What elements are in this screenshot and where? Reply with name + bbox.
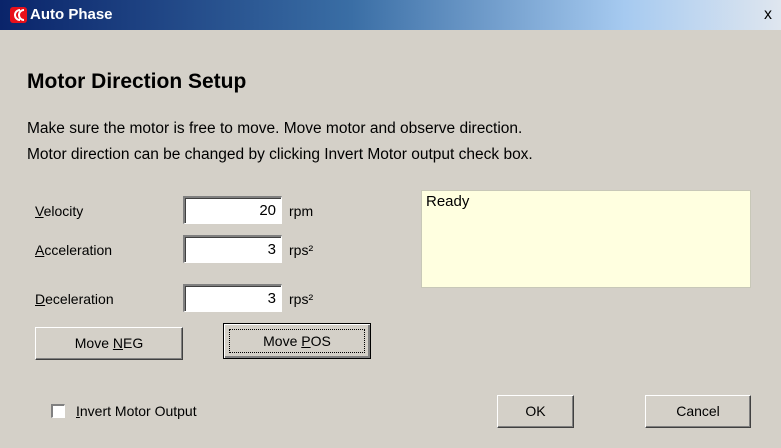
auto-phase-dialog: Auto Phase x Motor Direction Setup Make … (0, 0, 781, 448)
deceleration-label-text: eceleration (45, 291, 114, 307)
title-bar[interactable]: Auto Phase x (0, 0, 781, 30)
velocity-label-text: elocity (43, 203, 84, 219)
velocity-label-accelerator: V (35, 203, 44, 219)
acceleration-label-accelerator: A (35, 242, 45, 258)
deceleration-input[interactable]: 3 (183, 284, 282, 312)
invert-motor-output-checkbox[interactable] (51, 404, 65, 418)
acceleration-input[interactable]: 3 (183, 235, 282, 263)
move-neg-label-suffix: EG (123, 335, 144, 351)
app-logo-icon (10, 7, 27, 23)
velocity-unit: rpm (289, 203, 314, 219)
acceleration-unit: rps² (289, 242, 314, 258)
move-pos-button[interactable]: Move POS (223, 323, 371, 359)
move-pos-label-suffix: OS (310, 333, 331, 349)
page-title: Motor Direction Setup (27, 70, 247, 93)
deceleration-label: Deceleration (35, 291, 114, 307)
cancel-button[interactable]: Cancel (645, 395, 751, 428)
velocity-input[interactable]: 20 (183, 196, 282, 224)
window-title: Auto Phase (30, 6, 113, 23)
move-pos-label-accelerator: P (301, 333, 311, 349)
acceleration-label-text: cceleration (44, 242, 113, 258)
velocity-label: Velocity (35, 203, 83, 219)
instruction-line-2: Motor direction can be changed by clicki… (27, 146, 533, 163)
move-neg-button[interactable]: Move NEG (35, 327, 183, 360)
ok-button[interactable]: OK (497, 395, 574, 428)
deceleration-label-accelerator: D (35, 291, 46, 307)
move-pos-label-prefix: Move (263, 333, 302, 349)
move-neg-label-accelerator: N (112, 335, 123, 351)
move-neg-label-prefix: Move (74, 335, 113, 351)
invert-label-text: nvert Motor Output (79, 403, 197, 419)
status-display: Ready (421, 190, 751, 288)
deceleration-unit: rps² (289, 291, 314, 307)
acceleration-label: Acceleration (35, 242, 112, 258)
instruction-line-1: Make sure the motor is free to move. Mov… (27, 120, 523, 137)
close-icon[interactable]: x (759, 6, 777, 24)
invert-motor-output-label[interactable]: Invert Motor Output (76, 403, 197, 419)
